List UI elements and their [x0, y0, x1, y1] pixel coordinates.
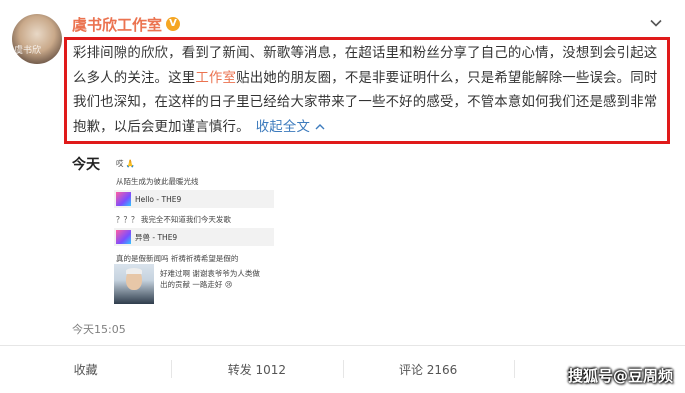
chevron-down-icon[interactable]: [649, 16, 663, 30]
chevron-up-icon: [315, 123, 325, 129]
embed-line: 从陌生成为彼此最暖光线: [116, 177, 199, 186]
music-card-title: 异兽 - THE9: [135, 232, 178, 242]
avatar[interactable]: 虞书欣: [12, 14, 62, 64]
portrait-photo: [114, 264, 154, 304]
post-timestamp[interactable]: 今天15:05: [72, 321, 126, 337]
embed-line: 真的是假新闻吗 祈祷祈祷希望是假的: [116, 254, 239, 263]
embed-line: ？？？ 我完全不知道我们今天发歌: [116, 215, 231, 224]
embed-line: 出的贡献 一路走好 😢: [160, 280, 233, 289]
comment-button[interactable]: 评论 2166: [342, 346, 514, 393]
verified-badge-icon: V: [166, 17, 181, 31]
album-cover-icon: [116, 192, 131, 206]
embed-title: 今天: [72, 157, 100, 173]
music-card: 异兽 - THE9: [114, 228, 274, 246]
album-cover-icon: [116, 230, 131, 244]
embedded-screenshot[interactable]: 今天 哎 🙏 从陌生成为彼此最暖光线 Hello - THE9 ？？？ 我完全不…: [70, 152, 280, 310]
avatar-watermark: 虞书欣: [14, 46, 42, 56]
source-watermark: 搜狐号@豆周频: [567, 367, 673, 385]
music-card-title: Hello - THE9: [135, 194, 182, 204]
repost-button[interactable]: 转发 1012: [171, 346, 342, 393]
music-card: Hello - THE9: [114, 190, 274, 208]
post-content-highlighted: 彩排间隙的欣欣，看到了新闻、新歌等消息，在超话里和粉丝分享了自己的心情，没想到会…: [64, 37, 670, 144]
post-text: 彩排间隙的欣欣，看到了新闻、新歌等消息，在超话里和粉丝分享了自己的心情，没想到会…: [73, 46, 658, 135]
author-row: 虞书欣工作室 V: [72, 14, 181, 35]
collapse-text-link[interactable]: 收起全文: [256, 120, 325, 135]
author-name[interactable]: 虞书欣工作室: [72, 14, 162, 35]
favorite-button[interactable]: 收藏: [0, 346, 171, 393]
studio-link[interactable]: 工作室: [195, 71, 236, 86]
embed-line: 哎 🙏: [116, 159, 136, 168]
embed-line: 好难过啊 谢谢袁爷爷为人类做: [160, 269, 260, 278]
